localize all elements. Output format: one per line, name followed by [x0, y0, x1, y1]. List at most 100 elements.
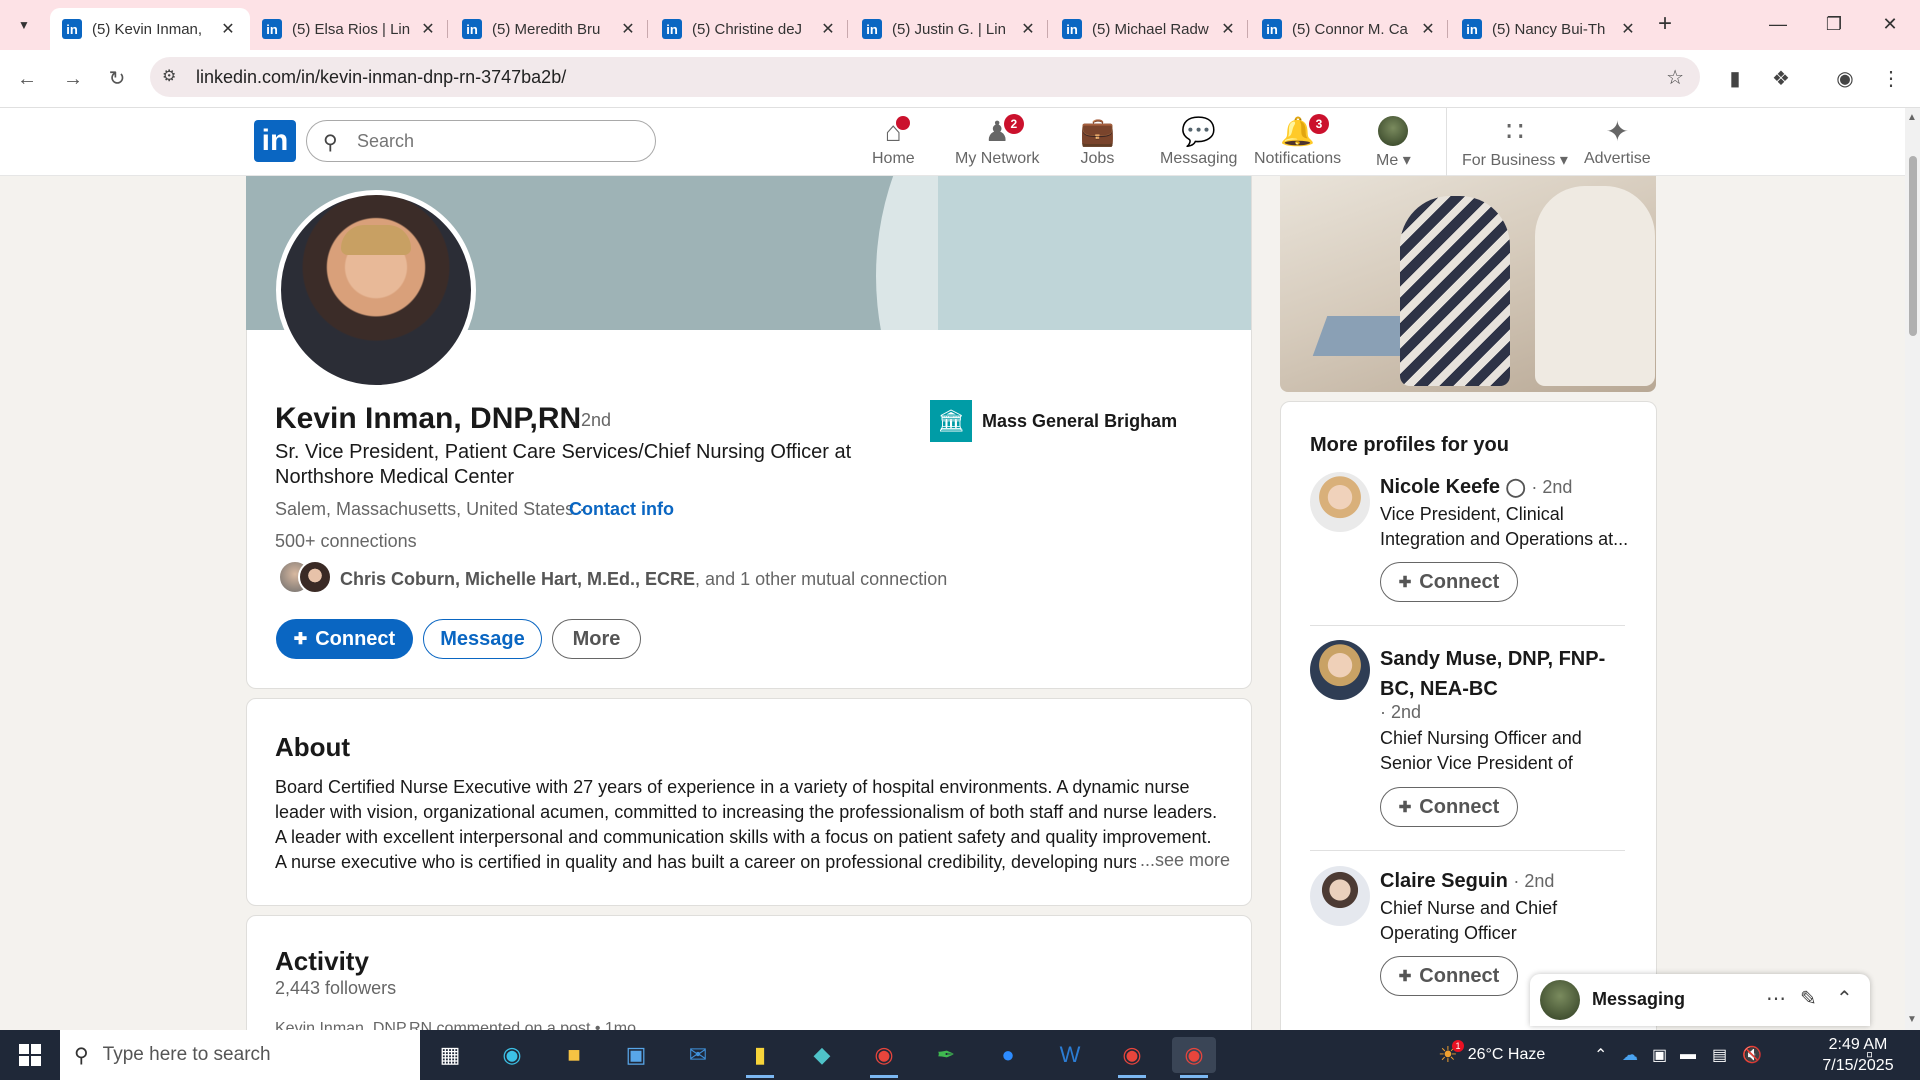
nav-me[interactable]: Me ▾	[1376, 116, 1411, 174]
profile-suggestion-name[interactable]: Nicole Keefe ◯ · 2nd	[1380, 476, 1572, 499]
profile-photo[interactable]	[276, 190, 476, 390]
profile-suggestion-name[interactable]: Claire Seguin · 2nd	[1380, 870, 1554, 893]
add-person-icon: ✚	[1398, 968, 1412, 985]
contact-info-link[interactable]: Contact info	[569, 499, 674, 520]
taskbar-search[interactable]: ⚲ Type here to search	[60, 1030, 420, 1080]
restore-window-icon[interactable]: ❐	[1806, 6, 1862, 42]
mutual-connections-text[interactable]: Chris Coburn, Michelle Hart, M.Ed., ECRE…	[340, 569, 947, 590]
close-tab-icon[interactable]: ✕	[618, 19, 638, 39]
browser-tab[interactable]: in (5) Nancy Bui-Th ✕	[1450, 8, 1650, 50]
connect-button[interactable]: ✚ Connect	[1380, 956, 1518, 996]
avatar[interactable]	[1310, 640, 1370, 700]
connect-button[interactable]: ✚ Connect	[276, 619, 413, 659]
promoted-ad-image[interactable]	[1280, 176, 1656, 392]
browser-tab[interactable]: in (5) Meredith Bru ✕	[450, 8, 650, 50]
nav-notifications[interactable]: 🔔 3 Notifications	[1254, 114, 1341, 174]
forward-arrow-icon[interactable]: →	[56, 62, 90, 96]
profile-icon[interactable]: ◉	[1830, 64, 1860, 94]
app-diamond-icon[interactable]: ◆	[800, 1037, 844, 1073]
nav-advertise[interactable]: ✦ Advertise	[1584, 116, 1651, 174]
browser-tab[interactable]: in (5) Kevin Inman, ✕	[50, 8, 250, 50]
compose-icon[interactable]: ✎	[1800, 986, 1817, 1011]
linkedin-logo-icon[interactable]: in	[254, 120, 296, 162]
task-view-icon[interactable]: ▦	[428, 1037, 472, 1073]
zoom-icon[interactable]: ●	[986, 1037, 1030, 1073]
activity-first-item[interactable]: Kevin Inman, DNP,RN commented on a post …	[275, 1020, 636, 1030]
browser-tab[interactable]: in (5) Christine deJ ✕	[650, 8, 850, 50]
scroll-up-icon[interactable]: ▲	[1907, 112, 1917, 123]
more-options-icon[interactable]: ⋯	[1766, 986, 1786, 1011]
onedrive-icon[interactable]: ☁	[1622, 1030, 1638, 1080]
file-explorer-icon[interactable]: ■	[552, 1037, 596, 1073]
close-tab-icon[interactable]: ✕	[1618, 19, 1638, 39]
minimize-window-icon[interactable]: —	[1750, 6, 1806, 42]
see-more-link[interactable]: ...see more	[1136, 850, 1231, 871]
nav-home[interactable]: ⌂ Home	[872, 116, 915, 174]
browser-tab[interactable]: in (5) Justin G. | Lin ✕	[850, 8, 1050, 50]
message-button[interactable]: Message	[423, 619, 542, 659]
battery-icon[interactable]: ▬	[1680, 1030, 1696, 1080]
chevron-up-icon[interactable]: ⌃	[1836, 986, 1853, 1011]
microsoft-store-icon[interactable]: ▣	[614, 1037, 658, 1073]
connect-button[interactable]: ✚ Connect	[1380, 562, 1518, 602]
network-icon[interactable]: ▤	[1712, 1030, 1727, 1080]
connect-button[interactable]: ✚ Connect	[1380, 787, 1518, 827]
profile-suggestion-name[interactable]: Sandy Muse, DNP, FNP-BC, NEA-BC	[1380, 644, 1630, 704]
windows-taskbar: ⚲ Type here to search ▦ ◉ ■ ▣ ✉ ▮ ◆ ◉ ✒ …	[0, 1030, 1920, 1080]
nav-for-business[interactable]: ∷ For Business ▾	[1462, 116, 1568, 174]
edge-browser-icon[interactable]: ◉	[490, 1037, 534, 1073]
search-input[interactable]	[357, 131, 637, 152]
chrome-icon[interactable]: ◉	[862, 1037, 906, 1078]
close-tab-icon[interactable]: ✕	[218, 19, 238, 39]
messaging-overlay[interactable]: Messaging ⋯ ✎ ⌃	[1530, 974, 1870, 1026]
back-arrow-icon[interactable]: ←	[10, 62, 44, 96]
app-pen-icon[interactable]: ✒	[924, 1037, 968, 1073]
avatar[interactable]	[1310, 472, 1370, 532]
site-settings-icon[interactable]: ⚙	[162, 66, 176, 86]
nav-badge: 3	[1309, 114, 1330, 134]
notification-center-icon[interactable]: ▫	[1866, 1030, 1873, 1080]
taskbar-clock[interactable]: 2:49 AM 7/15/2025	[1818, 1034, 1898, 1076]
meet-now-icon[interactable]: ▣	[1652, 1030, 1667, 1080]
nav-my-network[interactable]: ♟ 2 My Network	[955, 114, 1039, 174]
new-tab-button[interactable]: +	[1650, 10, 1680, 40]
url-text[interactable]: linkedin.com/in/kevin-inman-dnp-rn-3747b…	[196, 67, 566, 88]
search-box[interactable]: ⚲	[306, 120, 656, 162]
mail-icon[interactable]: ✉	[676, 1037, 720, 1073]
browser-menu-icon[interactable]: ⋮	[1876, 64, 1906, 94]
volume-muted-icon[interactable]: 🔇	[1742, 1030, 1762, 1080]
close-tab-icon[interactable]: ✕	[418, 19, 438, 39]
more-button[interactable]: More	[552, 619, 641, 659]
page-scrollbar[interactable]: ▲ ▼	[1905, 108, 1920, 1030]
reload-icon[interactable]: ↻	[100, 62, 134, 96]
close-tab-icon[interactable]: ✕	[1218, 19, 1238, 39]
tab-search-dropdown-icon[interactable]: ▼	[10, 12, 38, 38]
browser-tab[interactable]: in (5) Connor M. Ca ✕	[1250, 8, 1450, 50]
word-icon[interactable]: W	[1048, 1037, 1092, 1073]
show-hidden-icons[interactable]: ⌃	[1594, 1030, 1607, 1080]
chrome-active-icon[interactable]: ◉	[1172, 1037, 1216, 1078]
close-tab-icon[interactable]: ✕	[1018, 19, 1038, 39]
nav-jobs[interactable]: 💼 Jobs	[1080, 116, 1115, 174]
nav-messaging[interactable]: 💬 Messaging	[1160, 116, 1237, 174]
address-bar[interactable]: ⚙ linkedin.com/in/kevin-inman-dnp-rn-374…	[150, 57, 1700, 97]
connections-count[interactable]: 500+ connections	[275, 531, 417, 552]
close-tab-icon[interactable]: ✕	[1418, 19, 1438, 39]
sticky-notes-icon[interactable]: ▮	[738, 1037, 782, 1078]
extension-camera-icon[interactable]: ▮	[1720, 64, 1750, 94]
browser-tab[interactable]: in (5) Michael Radw ✕	[1050, 8, 1250, 50]
extensions-puzzle-icon[interactable]: ❖	[1766, 64, 1796, 94]
scroll-down-icon[interactable]: ▼	[1907, 1014, 1917, 1025]
close-window-icon[interactable]: ✕	[1862, 6, 1918, 42]
browser-tab[interactable]: in (5) Elsa Rios | Lin ✕	[250, 8, 450, 50]
close-tab-icon[interactable]: ✕	[818, 19, 838, 39]
bookmark-star-icon[interactable]: ☆	[1666, 65, 1684, 90]
chrome-profile-icon[interactable]: ◉	[1110, 1037, 1154, 1078]
mutual-connection-avatars[interactable]	[278, 560, 334, 596]
avatar[interactable]	[1310, 866, 1370, 926]
current-company[interactable]: 🏛 Mass General Brigham	[930, 400, 1177, 442]
start-button[interactable]	[0, 1030, 60, 1080]
scrollbar-thumb[interactable]	[1909, 156, 1917, 336]
profile-name: Kevin Inman, DNP,RN	[275, 402, 582, 435]
weather-widget[interactable]: ☀ 26°C Haze	[1438, 1030, 1545, 1080]
